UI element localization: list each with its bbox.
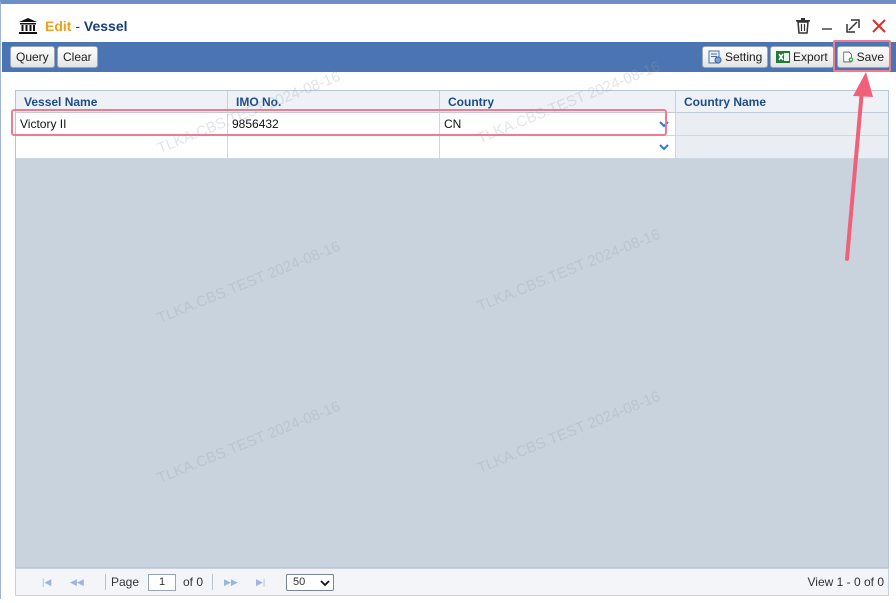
table-row [16, 136, 888, 159]
expand-icon [846, 19, 860, 33]
clear-button[interactable]: Clear [57, 46, 98, 68]
save-highlight-box [833, 40, 891, 72]
close-icon [872, 19, 886, 33]
imo-no-cell[interactable] [228, 136, 440, 158]
page-size-select[interactable]: 50 [286, 574, 334, 591]
country-name-cell [676, 136, 888, 158]
query-button[interactable]: Query [10, 46, 55, 68]
first-page-icon[interactable]: |◀ [42, 577, 54, 587]
column-header-country-name[interactable]: Country Name [676, 91, 888, 113]
settings-document-icon [708, 50, 722, 64]
minimize-button[interactable] [817, 16, 837, 36]
window-title: Edit - Vessel [45, 18, 128, 34]
vessel-name-cell[interactable] [16, 136, 228, 158]
trash-icon [796, 18, 810, 34]
query-button-label: Query [16, 50, 49, 64]
title-bar: Edit - Vessel [1, 8, 896, 42]
view-range-text: View 1 - 0 of 0 [807, 575, 885, 589]
title-entity: Vessel [83, 18, 128, 34]
bank-icon [19, 18, 37, 34]
title-mode: Edit [45, 18, 72, 34]
excel-icon [776, 51, 790, 63]
page-number-input[interactable]: 1 [148, 574, 176, 591]
edit-vessel-window: Edit - Vessel Query Clear Setting Export… [0, 0, 896, 599]
title-separator: - [71, 18, 84, 34]
pager-divider [105, 574, 106, 590]
export-button-label: Export [793, 50, 828, 64]
setting-button[interactable]: Setting [702, 46, 769, 68]
page-count-label: of 0 [183, 575, 204, 589]
chevron-down-icon[interactable] [657, 140, 671, 154]
vessel-grid: Vessel Name IMO No. Country Country Name… [15, 90, 889, 568]
page-size-value: 50 [293, 576, 306, 588]
pager-divider [212, 574, 213, 590]
maximize-button[interactable] [843, 16, 863, 36]
toolbar: Query Clear Setting Export Save [2, 42, 896, 72]
delete-button[interactable] [793, 16, 813, 36]
row-highlight-box [11, 109, 667, 136]
minimize-icon [822, 28, 832, 30]
export-button[interactable]: Export [770, 46, 834, 68]
last-page-icon[interactable]: ▶| [256, 577, 268, 587]
country-name-cell [676, 113, 888, 135]
pager: |◀ ◀◀ Page 1 of 0 ▶▶ ▶| 50 View 1 - 0 of… [15, 568, 889, 596]
next-page-icon[interactable]: ▶▶ [224, 577, 238, 587]
chevron-down-icon [320, 580, 330, 587]
clear-button-label: Clear [63, 50, 92, 64]
setting-button-label: Setting [725, 50, 763, 64]
country-select-cell[interactable] [440, 136, 676, 158]
page-label: Page [111, 575, 140, 589]
prev-page-icon[interactable]: ◀◀ [70, 577, 84, 587]
close-button[interactable] [869, 16, 889, 36]
